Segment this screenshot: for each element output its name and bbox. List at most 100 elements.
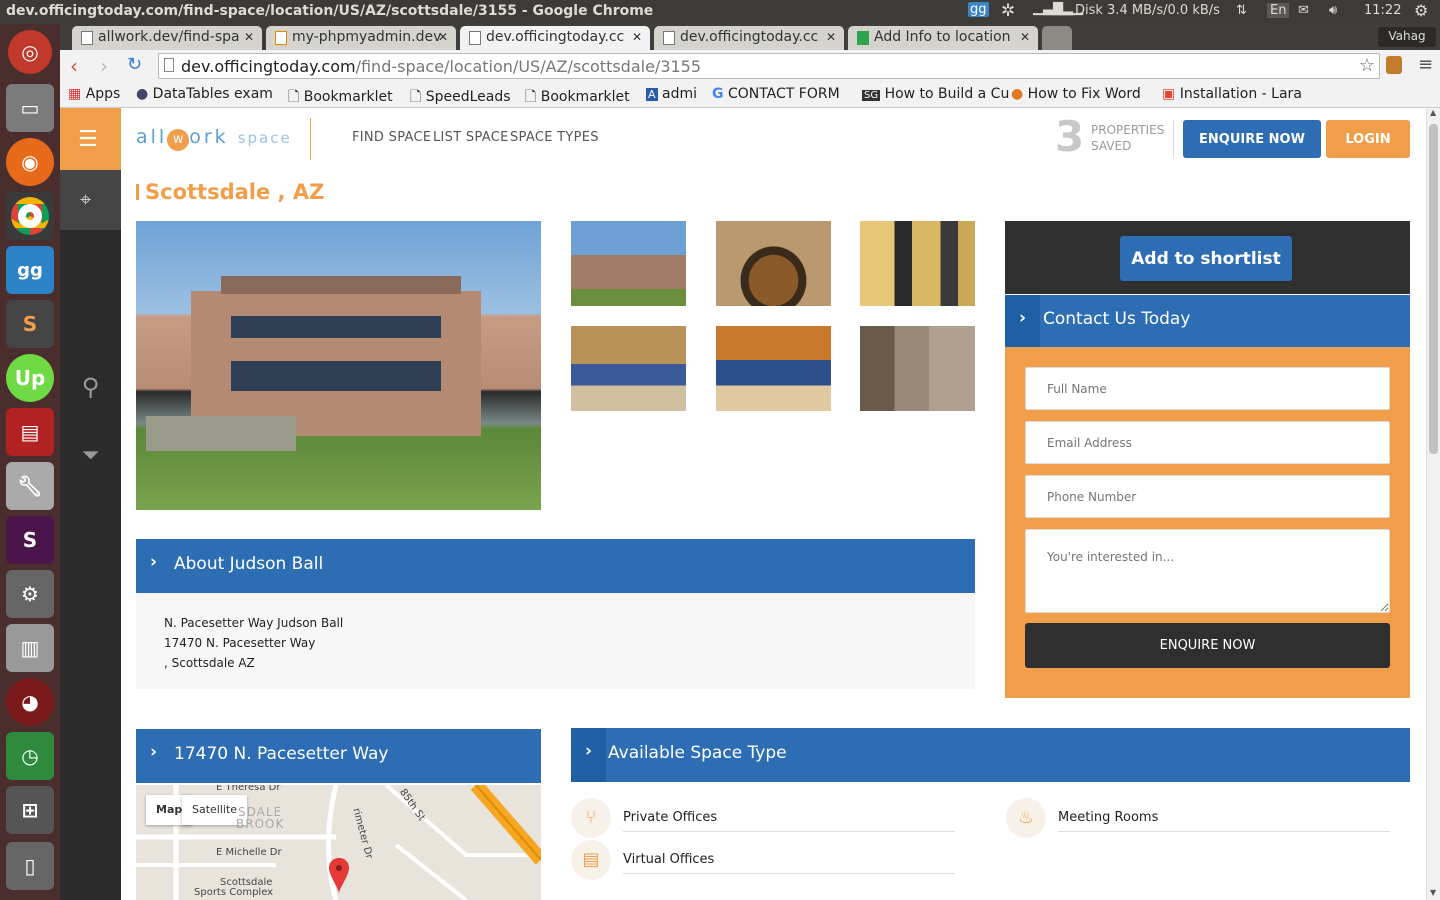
- settings-gear-icon[interactable]: ✲: [1001, 1, 1015, 21]
- email-input[interactable]: [1025, 421, 1390, 464]
- slack-icon[interactable]: S: [6, 516, 54, 564]
- clock-app-icon[interactable]: ◷: [6, 732, 54, 780]
- thumbnail-break-room[interactable]: [716, 326, 831, 411]
- thumbnail-meeting[interactable]: [860, 221, 975, 306]
- system-tools-icon[interactable]: 🔧︎: [6, 462, 54, 510]
- grooveshark-launcher-icon[interactable]: gg: [6, 246, 54, 294]
- grooveshark-indicator-icon[interactable]: gg: [968, 2, 989, 17]
- nav-list-space[interactable]: LIST SPACE: [433, 130, 509, 145]
- workspace-switcher-icon[interactable]: ⊞: [6, 786, 54, 834]
- scroll-down-arrow-icon[interactable]: ▼: [1430, 888, 1436, 897]
- about-header: › About Judson Ball: [136, 539, 975, 593]
- bookmark-apps[interactable]: ▦ Apps: [68, 86, 120, 102]
- full-name-input[interactable]: [1025, 367, 1390, 410]
- add-to-shortlist-button[interactable]: Add to shortlist: [1120, 236, 1292, 281]
- extension-icon[interactable]: [1386, 56, 1402, 74]
- interest-textarea[interactable]: [1025, 529, 1390, 613]
- phpmyadmin-favicon-icon: [275, 31, 287, 45]
- close-tab-icon[interactable]: ✕: [438, 30, 448, 44]
- close-tab-icon[interactable]: ✕: [244, 30, 254, 44]
- thumbnail-exterior[interactable]: [571, 221, 686, 306]
- divider: [623, 873, 955, 874]
- tab-label: Add Info to location: [874, 29, 1011, 45]
- page-scrollbar[interactable]: ▲ ▼: [1426, 108, 1440, 900]
- close-tab-icon[interactable]: ✕: [632, 30, 642, 44]
- tab-officingtoday-active[interactable]: dev.officingtoday.cc ✕: [460, 26, 650, 50]
- bookmark-admi[interactable]: A admi: [646, 86, 697, 102]
- close-tab-icon[interactable]: ✕: [1020, 30, 1030, 44]
- bookmark-contact-form[interactable]: G CONTACT FORM: [712, 86, 840, 102]
- space-type-private-offices[interactable]: Private Offices: [623, 810, 717, 825]
- space-type-virtual-offices[interactable]: Virtual Offices: [623, 852, 714, 867]
- new-tab-button[interactable]: [1042, 26, 1072, 50]
- enquire-now-submit-button[interactable]: ENQUIRE NOW: [1025, 623, 1390, 668]
- ubuntu-dash-icon[interactable]: ◎: [8, 30, 52, 74]
- bookmark-how-to-build[interactable]: SG How to Build a Cu: [862, 86, 1009, 102]
- back-arrow-icon[interactable]: ‹: [70, 54, 78, 78]
- allwork-space-logo[interactable]: all w ork space: [136, 126, 292, 151]
- settings-icon[interactable]: ⚙: [6, 570, 54, 618]
- app-dark-red-icon[interactable]: ◕: [6, 678, 54, 726]
- shortlist-box: Add to shortlist: [1005, 221, 1410, 294]
- power-gear-icon[interactable]: ⚙: [1414, 1, 1428, 20]
- volume-icon[interactable]: 🔊︎: [1329, 3, 1337, 18]
- keyboard-layout-indicator[interactable]: En: [1267, 3, 1290, 18]
- location-map[interactable]: Map Satellite E Theresa Dr SDALE BROOK E…: [136, 785, 541, 900]
- close-tab-icon[interactable]: ✕: [826, 30, 836, 44]
- thumbnail-lobby[interactable]: [860, 326, 975, 411]
- chevron-right-icon: ›: [1005, 295, 1040, 347]
- bookmark-label: Installation - Lara: [1179, 86, 1302, 102]
- tab-officingtoday[interactable]: dev.officingtoday.cc ✕: [654, 26, 844, 50]
- bookmark-datatables[interactable]: ● DataTables exam: [136, 86, 273, 102]
- tab-allwork[interactable]: allwork.dev/find-spa ✕: [72, 26, 262, 50]
- profile-button[interactable]: Vahag: [1378, 27, 1436, 47]
- firefox-icon[interactable]: ◉: [6, 138, 54, 186]
- login-button[interactable]: LOGIN: [1326, 120, 1410, 158]
- scroll-up-arrow-icon[interactable]: ▲: [1430, 108, 1436, 117]
- nav-space-types[interactable]: SPACE TYPES: [510, 130, 599, 145]
- search-icon[interactable]: ⚲: [60, 373, 121, 401]
- enquire-now-button[interactable]: ENQUIRE NOW: [1183, 120, 1321, 158]
- phone-input[interactable]: [1025, 475, 1390, 518]
- map-view-button[interactable]: ⌖: [60, 170, 121, 230]
- bookmark-bookmarklet-2[interactable]: 🗋︎ Bookmarklet: [525, 86, 630, 110]
- thumbnail-lounge[interactable]: [571, 326, 686, 411]
- thumbnail-conference-room[interactable]: [716, 221, 831, 306]
- network-arrows-icon[interactable]: ⇅: [1236, 3, 1247, 18]
- space-type-meeting-rooms[interactable]: Meeting Rooms: [1058, 810, 1158, 825]
- files-icon[interactable]: ▭: [6, 84, 54, 132]
- disk-speed-indicator[interactable]: Disk 3.4 MB/s/0.0 kB/s: [1075, 3, 1220, 18]
- filter-funnel-icon[interactable]: ⏷: [60, 443, 121, 468]
- bookmark-bookmarklet-1[interactable]: 🗋︎ Bookmarklet: [288, 86, 393, 110]
- nav-find-space[interactable]: FIND SPACE: [352, 130, 431, 145]
- bookmark-installation[interactable]: ▣ Installation - Lara: [1162, 86, 1302, 102]
- scrollbar-thumb[interactable]: [1429, 124, 1438, 454]
- bookmark-how-to-fix[interactable]: ● How to Fix Word: [1011, 86, 1141, 102]
- upwork-icon[interactable]: Up: [6, 354, 54, 402]
- address-bar[interactable]: dev.officingtoday.com/find-space/locatio…: [158, 53, 1380, 79]
- mixer-icon[interactable]: ▥: [6, 624, 54, 672]
- menu-button[interactable]: ☰: [60, 108, 121, 170]
- reload-icon[interactable]: ↻: [127, 54, 142, 75]
- saved-label-line2: SAVED: [1091, 139, 1132, 153]
- chrome-icon[interactable]: [6, 192, 54, 240]
- header-divider: [310, 118, 311, 160]
- bookmark-star-icon[interactable]: ☆: [1359, 55, 1375, 76]
- forward-arrow-icon[interactable]: ›: [100, 54, 108, 78]
- divider: [623, 831, 955, 832]
- bookmark-speedleads[interactable]: 🗋︎ SpeedLeads: [410, 86, 511, 110]
- page-info-icon[interactable]: [164, 58, 174, 72]
- tab-phpmyadmin[interactable]: my-phpmyadmin.dev ✕: [266, 26, 456, 50]
- main-property-photo[interactable]: [136, 221, 541, 510]
- map-marker-icon[interactable]: [329, 858, 349, 894]
- saved-properties-count[interactable]: 3: [1055, 112, 1084, 161]
- tab-add-info[interactable]: Add Info to location ✕: [848, 26, 1038, 50]
- clock[interactable]: 11:22: [1364, 3, 1401, 18]
- trash-icon[interactable]: ▯: [6, 842, 54, 890]
- page-favicon-icon: [81, 31, 93, 45]
- sublime-text-icon[interactable]: S: [6, 300, 54, 348]
- app-red-icon[interactable]: ▤: [6, 408, 54, 456]
- chrome-menu-icon[interactable]: ≡: [1418, 54, 1433, 75]
- window-title: dev.officingtoday.com/find-space/locatio…: [6, 3, 654, 19]
- mail-icon[interactable]: ✉: [1298, 3, 1309, 18]
